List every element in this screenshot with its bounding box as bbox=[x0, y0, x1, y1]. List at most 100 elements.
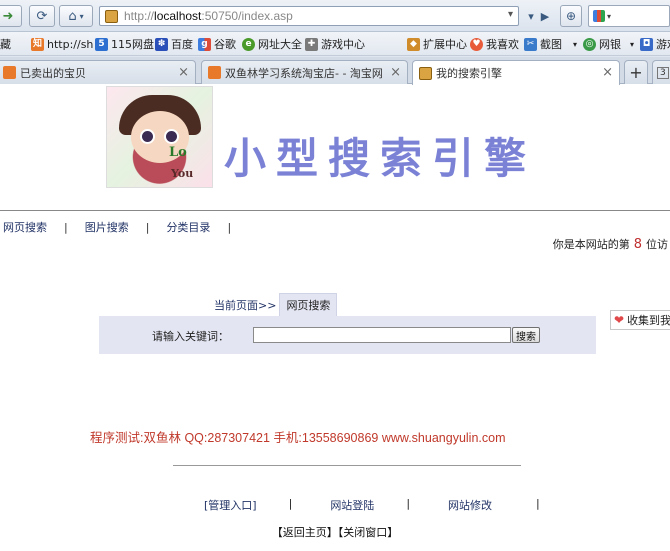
bookmark-games[interactable]: ✚ 游戏中心 bbox=[305, 37, 365, 51]
google-icon bbox=[593, 10, 605, 22]
menu-image-search[interactable]: 图片搜索 bbox=[82, 219, 132, 235]
orange-site-icon: 知 bbox=[31, 37, 44, 51]
logo-love-text: Lo bbox=[169, 145, 187, 160]
url-dropdown-icon[interactable]: ▾ bbox=[508, 9, 513, 20]
menu-separator: | bbox=[145, 220, 150, 234]
game-icon: ◘ bbox=[640, 37, 653, 51]
tool-bank[interactable]: ◎ 网银 ▾ bbox=[583, 37, 634, 51]
favorite-label: 收集到我 bbox=[627, 314, 670, 327]
navigation-toolbar: ➜ ⟳ ⌂ ▾ http://localhost:50750/index.asp … bbox=[0, 0, 670, 32]
menu-web-search[interactable]: 网页搜索 bbox=[0, 219, 50, 235]
tool-screenshot[interactable]: ✂ 截图 ▾ bbox=[524, 37, 577, 51]
bookmark-label: 游戏中心 bbox=[321, 38, 365, 51]
chevron-down-icon: ▾ bbox=[79, 11, 84, 21]
close-icon[interactable]: × bbox=[602, 65, 613, 80]
bookmark-115[interactable]: 5 115网盘 bbox=[95, 37, 154, 51]
browser-chrome: ➜ ⟳ ⌂ ▾ http://localhost:50750/index.asp … bbox=[0, 0, 670, 85]
main-menu: 网页搜索 | 图片搜索 | 分类目录 | bbox=[0, 219, 245, 235]
bookmark-label: 115网盘 bbox=[111, 38, 154, 51]
home-button[interactable]: ⌂ ▾ bbox=[59, 5, 93, 27]
tab-taobao-shop[interactable]: 双鱼林学习系统淘宝店- - 淘宝网 × bbox=[201, 60, 408, 84]
breadcrumb-current: 网页搜索 bbox=[279, 293, 338, 316]
tool-like[interactable]: ♥ 我喜欢 bbox=[470, 37, 519, 51]
tool-label: 我喜欢 bbox=[486, 38, 519, 51]
go-button[interactable]: ▶ bbox=[536, 5, 554, 27]
footer-divider bbox=[173, 465, 521, 466]
tab-list-button[interactable]: 3 bbox=[652, 60, 670, 84]
site-favicon-icon bbox=[419, 66, 432, 80]
orange-site-icon bbox=[208, 66, 221, 79]
site-logo-image: Lo You bbox=[106, 86, 213, 188]
play-icon: ▶ bbox=[540, 9, 550, 23]
tab-title: 已卖出的宝贝 bbox=[20, 66, 86, 80]
logo-you-text: You bbox=[171, 167, 194, 180]
menu-category-directory[interactable]: 分类目录 bbox=[163, 219, 213, 235]
keyword-input[interactable] bbox=[253, 327, 511, 343]
new-tab-button[interactable]: + bbox=[624, 60, 648, 84]
bookmark-hao123[interactable]: e 网址大全 bbox=[242, 37, 302, 51]
scissors-icon: ✂ bbox=[524, 37, 537, 51]
tab-strip: 已卖出的宝贝 × 双鱼林学习系统淘宝店- - 淘宝网 × 我的搜索引擎 × + … bbox=[0, 57, 670, 85]
refresh-button[interactable]: ⟳ bbox=[29, 5, 55, 27]
bookmark-http-sh[interactable]: 知 http://sh bbox=[31, 37, 93, 51]
credit-text: 程序测试:双鱼林 QQ:287307421 手机:13558690869 www… bbox=[90, 431, 506, 445]
security-shield-button[interactable]: ⊕ bbox=[560, 5, 582, 27]
menu-separator: | bbox=[227, 220, 232, 234]
tool-label: 游戏 bbox=[656, 38, 670, 51]
footer-links: [管理入口] | 网站登陆 | 网站修改 | bbox=[204, 497, 540, 513]
search-button[interactable]: 搜索 bbox=[512, 327, 540, 343]
close-icon[interactable]: × bbox=[178, 65, 189, 80]
bookmark-label: http://sh bbox=[47, 37, 94, 51]
tool-label: 截图 bbox=[540, 38, 562, 51]
bookmark-label: 藏 bbox=[0, 38, 11, 51]
arrow-right-icon: ➜ bbox=[2, 8, 14, 24]
baidu-paw-icon: ✽ bbox=[155, 37, 168, 51]
visit-count: 8 bbox=[633, 237, 642, 252]
visit-counter-suffix: 位访 bbox=[646, 238, 668, 251]
refresh-icon: ⟳ bbox=[36, 8, 48, 24]
bookmarks-bar: 藏 知 http://sh 5 115网盘 ✽ 百度 g 谷歌 e 网址大全 ✚ 游戏中心 … bbox=[0, 32, 670, 56]
green-e-icon: e bbox=[242, 37, 255, 51]
tool-label: 扩展中心 bbox=[423, 38, 467, 51]
tab-title: 我的搜索引擎 bbox=[436, 67, 502, 80]
bookmark-google[interactable]: g 谷歌 bbox=[198, 37, 236, 51]
chevron-down-icon: ▾ bbox=[528, 9, 534, 23]
heart-icon: ❤ bbox=[614, 313, 625, 327]
chevron-down-icon: ▾ bbox=[630, 39, 635, 49]
footer-separator: | bbox=[288, 497, 293, 510]
tab-title: 双鱼林学习系统淘宝店- - 淘宝网 bbox=[225, 66, 383, 80]
visit-counter: 你是本网站的第 8 位访 bbox=[553, 236, 668, 252]
115-icon: 5 bbox=[95, 37, 108, 51]
bookmark-label: 谷歌 bbox=[214, 38, 236, 51]
bookmark-favorites[interactable]: 藏 bbox=[0, 37, 11, 51]
logo-eye bbox=[164, 129, 179, 144]
tab-my-search-engine[interactable]: 我的搜索引擎 × bbox=[412, 60, 620, 85]
footer-separator: | bbox=[536, 497, 540, 510]
web-page: Lo You 小型搜索引擎 网页搜索 | 图片搜索 | 分类目录 | 你是本网站… bbox=[0, 85, 670, 551]
tool-games[interactable]: ◘游戏 bbox=[640, 37, 670, 51]
site-edit-link[interactable]: 网站修改 bbox=[448, 497, 492, 513]
favorite-button[interactable]: ❤ 收集到我 bbox=[610, 310, 670, 330]
footer-separator: | bbox=[406, 497, 411, 510]
shield-plus-icon: ⊕ bbox=[565, 9, 577, 23]
tool-extensions[interactable]: ◆ 扩展中心 bbox=[407, 37, 467, 51]
breadcrumb: 当前页面>> 网页搜索 bbox=[214, 293, 338, 316]
heart-icon: ♥ bbox=[470, 37, 483, 51]
tab-sold-items[interactable]: 已卖出的宝贝 × bbox=[0, 60, 196, 84]
search-engine-box[interactable]: ▾ bbox=[588, 5, 670, 27]
site-login-link[interactable]: 网站登陆 bbox=[330, 497, 374, 513]
footer-actions: 【返回主页】【关闭窗口】 bbox=[0, 524, 670, 540]
header-divider bbox=[0, 210, 670, 211]
bank-icon: ◎ bbox=[583, 37, 596, 51]
google-icon: g bbox=[198, 37, 211, 51]
footer-actions-text[interactable]: 【返回主页】【关闭窗口】 bbox=[272, 526, 399, 539]
site-favicon-icon bbox=[105, 10, 118, 23]
gamepad-icon: ✚ bbox=[305, 37, 318, 51]
bookmark-baidu[interactable]: ✽ 百度 bbox=[155, 37, 193, 51]
plus-icon: + bbox=[629, 63, 643, 82]
address-bar[interactable]: http://localhost:50750/index.asp ▾ bbox=[99, 6, 519, 26]
admin-entry-link[interactable]: [管理入口] bbox=[204, 497, 257, 513]
close-icon[interactable]: × bbox=[390, 65, 401, 80]
visit-counter-prefix: 你是本网站的第 bbox=[552, 238, 630, 251]
forward-button[interactable]: ➜ bbox=[0, 5, 22, 27]
